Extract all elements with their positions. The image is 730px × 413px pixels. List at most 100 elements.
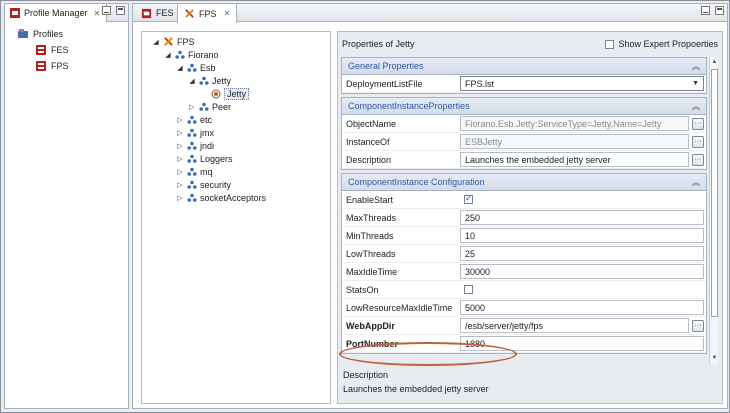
collapse-up-icon[interactable]: ︽ [692,101,700,112]
tab-fps[interactable]: FPS ✕ [177,4,238,23]
ellipsis-icon[interactable]: ··· [692,117,704,130]
collapse-arrow-icon[interactable]: ▷ [176,168,184,176]
collapse-arrow-icon[interactable]: ▷ [176,116,184,124]
tree-node-fps[interactable]: ◢ FPS [142,35,330,48]
section-title: General Properties [348,61,424,71]
minimize-icon[interactable] [102,6,111,15]
property-row: MaxIdleTime 30000 [342,263,706,281]
tree-node-peer[interactable]: ▷ Peer [142,100,330,113]
tree-node-jndi[interactable]: ▷ jndi [142,139,330,152]
deployment-list-select[interactable]: FPS.lst ▼ [460,76,704,91]
tree-node-loggers[interactable]: ▷ Loggers [142,152,330,165]
ellipsis-icon[interactable]: ··· [692,153,704,166]
node-icon [187,141,197,150]
section-header[interactable]: ComponentInstanceProperties ︽ [342,98,706,115]
tree-node-fiorano[interactable]: ◢ Fiorano [142,48,330,61]
node-icon [187,180,197,189]
tree-node-security[interactable]: ▷ security [142,178,330,191]
section-component-instance-properties: ComponentInstanceProperties ︽ ObjectName… [341,97,707,170]
min-threads-field[interactable]: 10 [460,228,704,243]
ellipsis-icon[interactable]: ··· [692,135,704,148]
window-controls [102,6,125,15]
property-label: DeploymentListFile [346,78,423,89]
property-row: PortNumber 1880 [342,335,706,353]
ellipsis-icon[interactable]: ··· [692,319,704,332]
collapse-arrow-icon[interactable]: ▷ [176,181,184,189]
tree-node-esb[interactable]: ◢ Esb [142,61,330,74]
collapse-up-icon[interactable]: ︽ [692,61,700,72]
expand-arrow-icon[interactable]: ◢ [152,38,160,46]
description-field[interactable]: Launches the embedded jetty server [460,152,689,167]
tree-node-label: mq [200,166,213,177]
max-idle-time-field[interactable]: 30000 [460,264,704,279]
minimize-icon[interactable] [701,6,710,15]
property-label: InstanceOf [346,136,390,147]
section-header[interactable]: General Properties ︽ [342,58,706,75]
node-icon [187,115,197,124]
tab-fes-label: FES [156,8,174,18]
profiles-root[interactable]: Profiles [17,26,128,42]
property-label: ObjectName [346,118,397,129]
instance-of-field[interactable]: ESBJetty [460,134,689,149]
profile-item-label: FES [51,45,69,55]
show-expert-label: Show Expert Propoerties [618,39,718,49]
show-expert-toggle[interactable]: Show Expert Propoerties [605,39,718,49]
scroll-down-icon[interactable]: ▼ [710,354,719,363]
profile-manager-tab[interactable]: Profile Manager ✕ [5,4,108,22]
scroll-up-icon[interactable]: ▲ [710,58,719,67]
low-resource-max-idle-field[interactable]: 5000 [460,300,704,315]
port-number-field[interactable]: 1880 [460,336,704,351]
maximize-icon[interactable] [116,6,125,15]
collapse-arrow-icon[interactable]: ▷ [188,103,196,111]
tree-node-label: Fiorano [188,49,219,60]
tab-fes[interactable]: FES [135,4,180,22]
tree-node-jmx[interactable]: ▷ jmx [142,126,330,139]
close-icon[interactable]: ✕ [94,9,101,18]
property-row: LowResourceMaxIdleTime 5000 [342,299,706,317]
select-value: FPS.lst [465,78,495,89]
tree-node-jetty-selected[interactable]: Jetty [142,87,330,100]
tree-node-mq[interactable]: ▷ mq [142,165,330,178]
collapse-arrow-icon[interactable]: ▷ [176,194,184,202]
node-icon [187,193,197,202]
tree-node-label: Jetty [224,87,250,100]
low-threads-field[interactable]: 25 [460,246,704,261]
tree-node-etc[interactable]: ▷ etc [142,113,330,126]
description-text: Launches the embedded jetty server [343,384,489,394]
properties-title: Properties of Jetty [342,39,415,49]
tree-node-label: jndi [200,140,215,151]
properties-scrollbar[interactable]: ▲ ▼ [709,57,718,364]
property-label: LowResourceMaxIdleTime [346,302,453,313]
section-title: ComponentInstance Configuration [348,177,485,187]
maximize-icon[interactable] [715,6,724,15]
node-icon [199,76,209,85]
object-name-field[interactable]: Fiorano.Esb.Jetty:ServiceType=Jetty,Name… [460,116,689,131]
expand-arrow-icon[interactable]: ◢ [176,64,184,72]
enable-start-checkbox[interactable] [464,193,473,204]
collapse-arrow-icon[interactable]: ▷ [176,142,184,150]
tree-node-socket-acceptors[interactable]: ▷ socketAcceptors [142,191,330,204]
property-row: MaxThreads 250 [342,209,706,227]
collapse-arrow-icon[interactable]: ▷ [176,129,184,137]
max-threads-field[interactable]: 250 [460,210,704,225]
web-app-dir-field[interactable]: /esb/server/jetty/fps [460,318,689,333]
tree-node-label: Esb [200,62,216,73]
node-icon [175,50,185,59]
property-label: WebAppDir [346,320,395,331]
show-expert-checkbox[interactable] [605,39,615,49]
expand-arrow-icon[interactable]: ◢ [164,51,172,59]
section-header[interactable]: ComponentInstance Configuration ︽ [342,174,706,191]
collapse-up-icon[interactable]: ︽ [692,177,700,188]
collapse-arrow-icon[interactable]: ▷ [176,155,184,163]
profile-item-fps[interactable]: FPS [17,58,128,74]
stats-on-checkbox[interactable] [464,285,473,294]
close-icon[interactable]: ✕ [224,9,231,18]
profile-item-fes[interactable]: FES [17,42,128,58]
scrollbar-thumb[interactable] [711,69,718,317]
expand-arrow-icon[interactable]: ◢ [188,77,196,85]
description-title: Description [343,370,389,380]
property-row: EnableStart [342,191,706,209]
tree-node-label: security [200,179,232,190]
tree-node-jetty-folder[interactable]: ◢ Jetty [142,74,330,87]
server-profile-icon [36,61,46,71]
